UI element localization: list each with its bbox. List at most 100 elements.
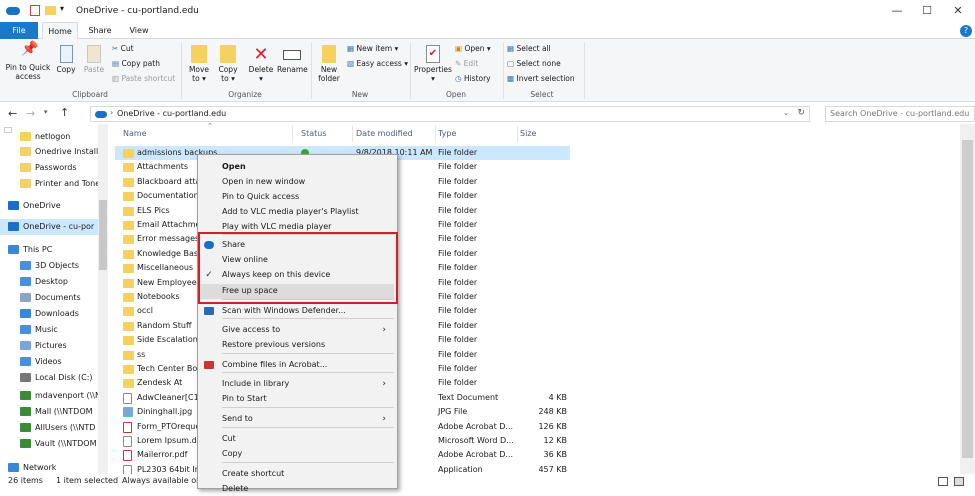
nav-item-pictures[interactable]: Pictures: [0, 338, 98, 354]
maximize-button[interactable]: ☐: [912, 0, 942, 22]
nav-scrollbar[interactable]: [98, 124, 108, 474]
invert-selection-button[interactable]: ▩ Invert selection: [507, 74, 575, 83]
menu-item-label: Pin to Quick access: [222, 192, 300, 201]
delete-button[interactable]: ✕ Delete ▾: [246, 45, 276, 84]
nav-item-passwords[interactable]: Passwords: [0, 160, 98, 176]
nav-item-this-pc[interactable]: This PC: [0, 242, 98, 258]
address-bar[interactable]: › OneDrive - cu-portland.edu ⌄ ↻: [90, 106, 810, 122]
customize-toolbar-icon[interactable]: ▾: [60, 4, 64, 13]
nav-item-downloads[interactable]: Downloads: [0, 306, 98, 322]
pin-quick-access-button[interactable]: 📌 Pin to Quick access: [4, 41, 52, 81]
menu-item-send-to[interactable]: Send to ›: [222, 412, 394, 426]
file-type: File folder: [438, 176, 478, 186]
ribbon: 📌 Pin to Quick access Copy Paste ✂ Cut ▤…: [0, 39, 975, 102]
copy-to-button[interactable]: Copy to ▾: [214, 45, 242, 83]
menu-item-copy[interactable]: Copy: [222, 447, 394, 461]
nav-item-netlogon[interactable]: netlogon: [0, 129, 98, 145]
library-folder-icon: [20, 277, 31, 286]
recent-locations-icon[interactable]: ▾: [44, 108, 48, 116]
nav-item-label: Onedrive Install: [35, 147, 98, 156]
menu-separator: [222, 353, 394, 354]
move-to-button[interactable]: Move to ▾: [185, 45, 213, 83]
nav-item-vault[interactable]: Vault (\\NTDOM: [0, 436, 98, 452]
file-list-scrollbar-thumb[interactable]: [962, 140, 973, 458]
edit-button[interactable]: ✎ Edit: [455, 59, 478, 68]
menu-separator: [222, 407, 394, 408]
properties-button[interactable]: ✔ Properties ▾: [414, 45, 452, 83]
menu-item-combine-acrobat[interactable]: Combine files in Acrobat...: [204, 358, 394, 372]
column-date-modified[interactable]: Date modified: [356, 126, 436, 142]
menu-item-vlc-playlist[interactable]: Add to VLC media player's Playlist: [222, 205, 394, 219]
close-button[interactable]: ✕: [943, 0, 973, 22]
nav-item-onedrive-install[interactable]: Onedrive Install: [0, 144, 98, 160]
select-none-button[interactable]: ▢ Select none: [507, 59, 561, 68]
details-view-icon[interactable]: [938, 477, 948, 486]
breadcrumb-path[interactable]: OneDrive - cu-portland.edu: [117, 109, 226, 118]
column-status[interactable]: Status: [301, 126, 353, 142]
column-type[interactable]: Type: [438, 126, 518, 142]
paste-button[interactable]: Paste: [80, 45, 108, 74]
menu-item-give-access[interactable]: Give access to ›: [222, 323, 394, 337]
properties-quick-icon[interactable]: [30, 5, 40, 16]
new-folder-button[interactable]: New folder: [314, 45, 344, 83]
nav-item-music[interactable]: Music: [0, 322, 98, 338]
nav-item-onedrive[interactable]: OneDrive: [0, 198, 98, 214]
back-arrow-icon[interactable]: ←: [8, 107, 17, 120]
menu-item-open[interactable]: Open: [222, 160, 394, 174]
nav-item-3d-objects[interactable]: 3D Objects: [0, 258, 98, 274]
menu-item-restore-versions[interactable]: Restore previous versions: [222, 338, 394, 352]
menu-item-open-new-window[interactable]: Open in new window: [222, 175, 394, 189]
rename-button[interactable]: Rename: [277, 45, 308, 74]
tab-view[interactable]: View: [122, 22, 156, 39]
menu-item-pin-start[interactable]: Pin to Start: [222, 392, 394, 406]
minimize-button[interactable]: —: [882, 0, 912, 22]
menu-item-create-shortcut[interactable]: Create shortcut: [222, 467, 394, 481]
easy-access-button[interactable]: ▧ Easy access ▾: [347, 59, 408, 68]
move-to-icon: [191, 45, 207, 63]
tab-share[interactable]: Share: [82, 22, 118, 39]
menu-item-scan-defender[interactable]: Scan with Windows Defender...: [204, 304, 394, 318]
nav-item-mdavenport[interactable]: mdavenport (\\N: [0, 388, 98, 404]
copy-button[interactable]: Copy: [54, 45, 78, 74]
help-icon[interactable]: ?: [960, 25, 972, 37]
nav-item-printer-and-toner[interactable]: Printer and Tone: [0, 176, 98, 192]
up-arrow-icon[interactable]: ↑: [60, 106, 69, 119]
nav-item-label: This PC: [23, 245, 53, 254]
nav-item-onedrive-cu-portland[interactable]: OneDrive - cu-por: [0, 219, 98, 235]
menu-item-cut[interactable]: Cut: [222, 432, 394, 446]
nav-item-documents[interactable]: Documents: [0, 290, 98, 306]
menu-item-include-library[interactable]: Include in library ›: [222, 377, 394, 391]
nav-item-local-disk[interactable]: Local Disk (C:): [0, 370, 98, 386]
nav-item-mall[interactable]: Mall (\\NTDOM: [0, 404, 98, 420]
pin-icon: 📌: [21, 41, 39, 57]
refresh-icon[interactable]: ↻: [797, 108, 805, 118]
copy-path-button[interactable]: ▤ Copy path: [112, 59, 160, 68]
nav-item-desktop[interactable]: Desktop: [0, 274, 98, 290]
nav-scrollbar-thumb[interactable]: [99, 200, 107, 270]
new-item-button[interactable]: ▦ New item ▾: [347, 44, 398, 53]
menu-item-label: Create shortcut: [222, 469, 285, 478]
folder-quick-icon[interactable]: [45, 6, 56, 15]
title-bar: ▾ OneDrive - cu-portland.edu — ☐ ✕: [0, 0, 975, 22]
ribbon-divider: [503, 43, 504, 99]
nav-item-videos[interactable]: Videos: [0, 354, 98, 370]
select-all-button[interactable]: ▦ Select all: [507, 44, 551, 53]
menu-item-pin-quick-access[interactable]: Pin to Quick access: [222, 190, 394, 204]
paste-shortcut-button[interactable]: ▥ Paste shortcut: [112, 74, 175, 83]
menu-item-delete[interactable]: Delete: [222, 482, 394, 496]
breadcrumb-chevron-icon[interactable]: ›: [110, 108, 113, 117]
cut-button[interactable]: ✂ Cut: [112, 44, 134, 53]
nav-item-allusers[interactable]: AllUsers (\\NTD: [0, 420, 98, 436]
file-type: File folder: [438, 335, 478, 345]
file-type: File folder: [438, 320, 478, 330]
forward-arrow-icon[interactable]: →: [26, 107, 35, 120]
large-icons-view-icon[interactable]: [954, 477, 964, 486]
file-size: 248 KB: [538, 407, 567, 417]
column-size[interactable]: Size: [520, 126, 570, 142]
open-button[interactable]: ▣ Open ▾: [455, 44, 491, 53]
address-dropdown-icon[interactable]: ⌄: [783, 109, 789, 117]
tab-file[interactable]: File: [0, 22, 38, 39]
tab-home[interactable]: Home: [42, 22, 78, 40]
search-input[interactable]: Search OneDrive - cu-portland.edu: [825, 106, 975, 122]
history-button[interactable]: ◷ History: [455, 74, 491, 83]
